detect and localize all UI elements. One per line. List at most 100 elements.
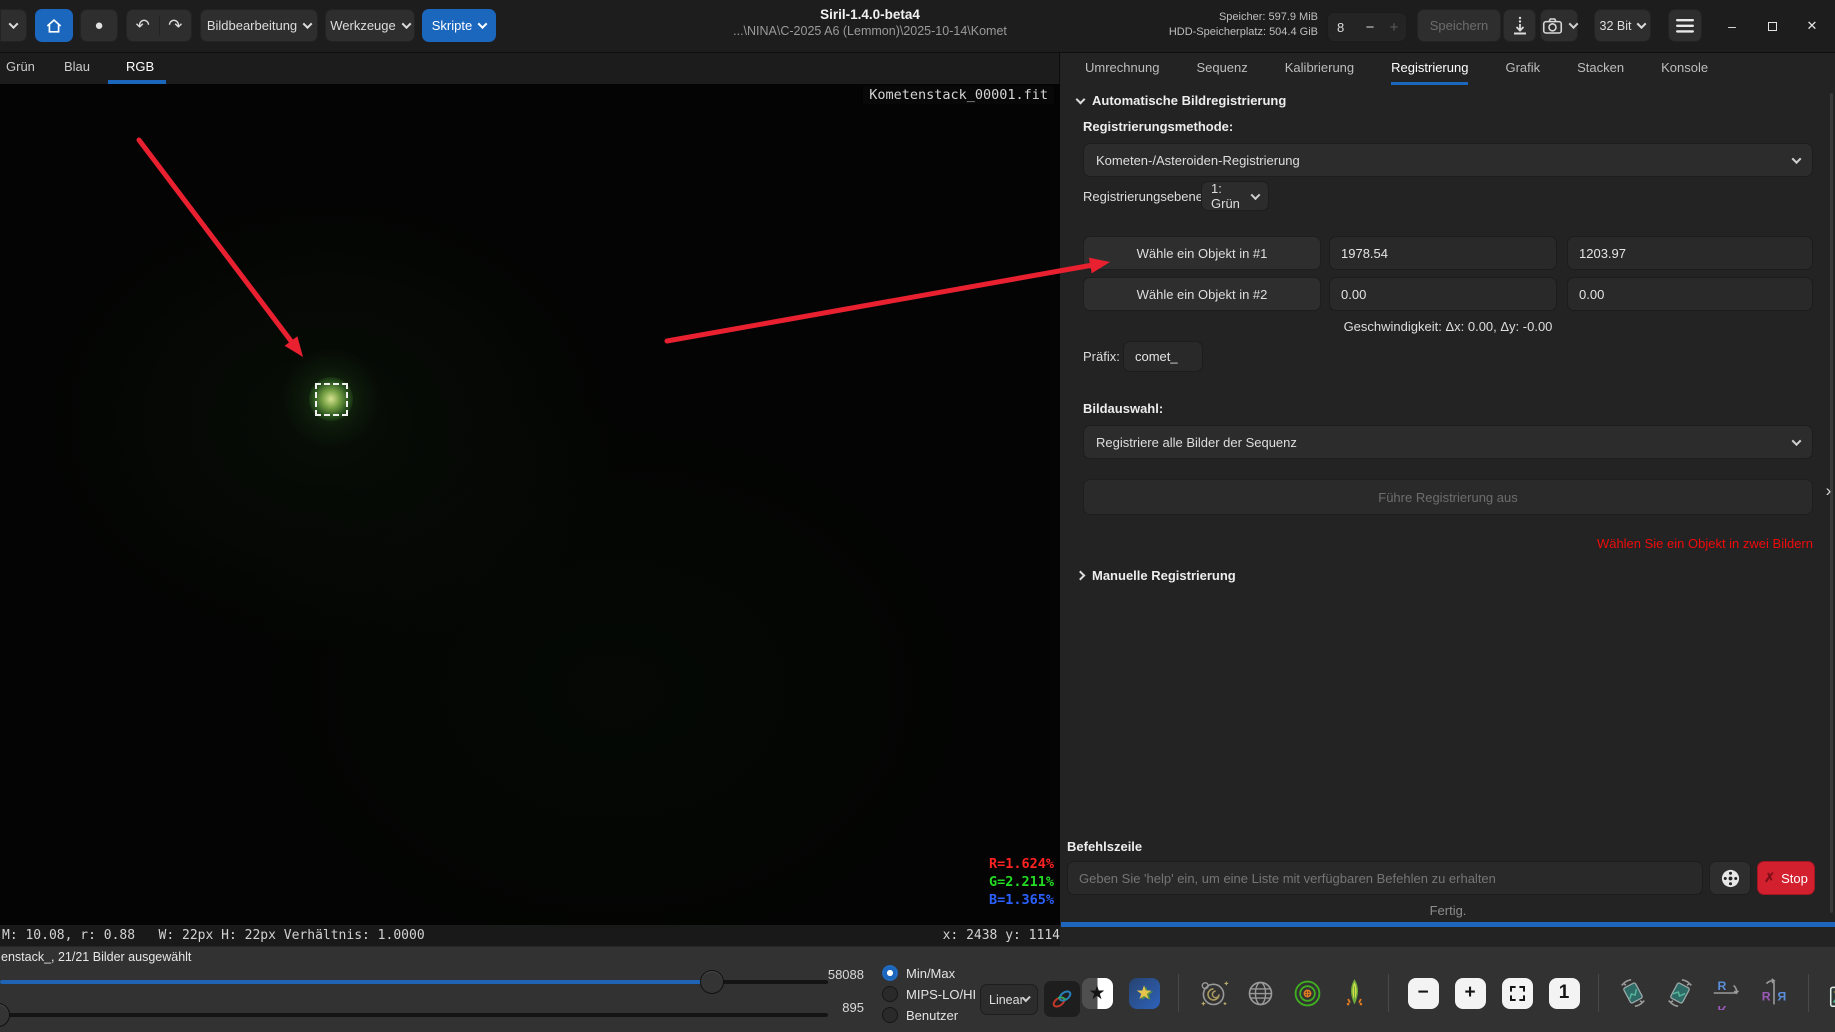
tab-umrechnung[interactable]: Umrechnung	[1085, 53, 1159, 85]
menu-label: Skripte	[432, 18, 472, 33]
high-slider-knob[interactable]	[700, 970, 724, 994]
tab-rgb[interactable]: RGB	[126, 59, 154, 74]
record-button[interactable]: ●	[80, 9, 118, 42]
command-list-button[interactable]	[1709, 861, 1751, 895]
star-toggle-icon: ★	[1088, 982, 1105, 1005]
sequence-path: ...\NINA\C-2025 A6 (Lemmon)\2025-10-14\K…	[560, 24, 1180, 38]
minimize-button[interactable]: –	[1718, 12, 1746, 40]
close-button[interactable]: ✕	[1798, 12, 1826, 40]
pixel-value-overlay: R=1.624% G=2.211% B=1.365%	[989, 855, 1054, 909]
radio-minmax[interactable]: Min/Max	[882, 965, 955, 981]
star-detection-button[interactable]: ★	[1125, 973, 1163, 1013]
rotate-left-button[interactable]	[1614, 973, 1652, 1013]
snapshot-button[interactable]	[1540, 9, 1578, 42]
fit-to-view-button[interactable]	[1498, 973, 1536, 1013]
scale-mode-dropdown[interactable]: Linear	[980, 984, 1038, 1015]
flip-vertical-button[interactable]: R R	[1708, 973, 1746, 1013]
object2-x-input[interactable]	[1329, 277, 1557, 311]
method-value: Kometen-/Asteroiden-Registrierung	[1096, 153, 1300, 168]
image-selection-dropdown[interactable]: Registriere alle Bilder der Sequenz	[1083, 425, 1813, 459]
rotate-right-button[interactable]	[1661, 973, 1699, 1013]
viewer-status-bar: M: 10.08, r: 0.88 W: 22px H: 22px Verhäl…	[0, 925, 1060, 946]
threads-increase-button[interactable]: +	[1382, 19, 1406, 36]
image-canvas[interactable]: Kometenstack_00001.fit R=1.624% G=2.211%…	[0, 84, 1060, 925]
menu-tools[interactable]: Werkzeuge	[325, 9, 415, 42]
run-registration-button[interactable]: Führe Registrierung aus	[1083, 479, 1813, 515]
hdd-label: HDD-Speicherplatz: 504.4 GiB	[1100, 25, 1318, 40]
chevron-down-icon	[303, 19, 313, 29]
auto-registration-expander[interactable]: Automatische Bildregistrierung	[1077, 93, 1286, 108]
snapshot-to-clipboard-button[interactable]	[1503, 9, 1536, 42]
chevron-down-icon	[1076, 94, 1086, 104]
button-label: Führe Registrierung aus	[1378, 490, 1517, 505]
astrometry-button[interactable]	[1194, 973, 1232, 1013]
hamburger-menu-button[interactable]	[1668, 9, 1702, 42]
tab-grafik[interactable]: Grafik	[1505, 53, 1540, 85]
red-value: R=1.624%	[989, 855, 1054, 873]
expander-label: Automatische Bildregistrierung	[1092, 93, 1286, 108]
radio-mips[interactable]: MIPS-LO/HI	[882, 986, 976, 1002]
comet-tracking-button[interactable]	[1335, 973, 1373, 1013]
threads-spinner[interactable]: 8 − +	[1327, 12, 1407, 42]
selection-box[interactable]	[315, 383, 348, 416]
sequence-info: enstack_, 21/21 Bilder ausgewählt	[1, 950, 191, 964]
annotations-button[interactable]	[1241, 973, 1279, 1013]
registration-layer-dropdown[interactable]: 1: Grün	[1201, 181, 1269, 211]
bit-depth-dropdown[interactable]: 32 Bit	[1594, 9, 1651, 42]
tab-stacken[interactable]: Stacken	[1577, 53, 1624, 85]
radio-label: Benutzer	[906, 1008, 958, 1023]
cursor-position: x: 2438 y: 1114	[943, 928, 1060, 943]
object2-y-input[interactable]	[1567, 277, 1813, 311]
toolbar-separator	[1598, 974, 1599, 1012]
object1-y-input[interactable]	[1567, 236, 1813, 270]
image-viewer: Grün Blau RGB Kometenstack_00001.fit R=1…	[0, 53, 1060, 946]
menu-image-processing[interactable]: Bildbearbeitung	[200, 9, 318, 42]
threads-decrease-button[interactable]: −	[1358, 19, 1382, 36]
flip-horizontal-button[interactable]: R R	[1755, 973, 1793, 1013]
chevron-down-icon	[1568, 19, 1578, 29]
home-button[interactable]	[35, 9, 73, 42]
quick-menu-button[interactable]	[0, 9, 27, 42]
prefix-input[interactable]	[1123, 341, 1203, 372]
object1-x-input[interactable]	[1329, 236, 1557, 270]
panel-scrollbar[interactable]	[1830, 93, 1833, 913]
undo-icon[interactable]: ↶	[127, 16, 160, 36]
bit-depth-value: 32 Bit	[1600, 19, 1632, 33]
rotate-right-icon	[1663, 976, 1697, 1010]
blue-value: B=1.365%	[989, 891, 1054, 909]
tab-sequenz[interactable]: Sequenz	[1196, 53, 1247, 85]
select-object-1-button[interactable]: Wähle ein Objekt in #1	[1083, 236, 1321, 270]
toolbar-separator	[1808, 974, 1809, 1012]
star-toggle-button[interactable]: ★	[1078, 973, 1116, 1013]
redo-icon[interactable]: ↷	[160, 16, 192, 36]
tab-konsole[interactable]: Konsole	[1661, 53, 1708, 85]
panel-collapse-handle[interactable]: ›	[1822, 481, 1835, 501]
globe-icon	[1244, 977, 1277, 1010]
zoom-out-button[interactable]: −	[1404, 973, 1442, 1013]
minimize-icon: –	[1728, 18, 1736, 34]
tab-registrierung[interactable]: Registrierung	[1391, 53, 1468, 85]
menu-label: Werkzeuge	[330, 18, 396, 33]
registration-method-dropdown[interactable]: Kometen-/Asteroiden-Registrierung	[1083, 143, 1813, 177]
save-button[interactable]: Speichern	[1417, 9, 1501, 42]
command-input[interactable]	[1067, 861, 1703, 895]
tab-kalibrierung[interactable]: Kalibrierung	[1285, 53, 1354, 85]
zoom-out-icon: −	[1417, 982, 1428, 1004]
maximize-button[interactable]	[1758, 12, 1786, 40]
radio-benutzer[interactable]: Benutzer	[882, 1007, 958, 1023]
tab-blue[interactable]: Blau	[64, 59, 90, 74]
select-object-2-button[interactable]: Wähle ein Objekt in #2	[1083, 277, 1321, 311]
sequence-frames-button[interactable]	[1824, 973, 1835, 1013]
zoom-in-button[interactable]: +	[1451, 973, 1489, 1013]
manual-registration-expander[interactable]: Manuelle Registrierung	[1077, 568, 1236, 583]
camera-icon	[1542, 17, 1563, 35]
low-cutoff-slider[interactable]	[0, 1013, 828, 1017]
memory-info: Speicher: 597.9 MiB HDD-Speicherplatz: 5…	[1100, 10, 1318, 40]
menu-scripts[interactable]: Skripte	[422, 9, 496, 42]
tab-green[interactable]: Grün	[6, 59, 35, 74]
psf-button[interactable]	[1288, 973, 1326, 1013]
stop-button[interactable]: ✗ Stop	[1757, 861, 1815, 895]
low-slider-knob[interactable]	[0, 1003, 10, 1027]
link-channels-button[interactable]	[1044, 981, 1080, 1017]
zoom-100-button[interactable]: 1	[1545, 973, 1583, 1013]
